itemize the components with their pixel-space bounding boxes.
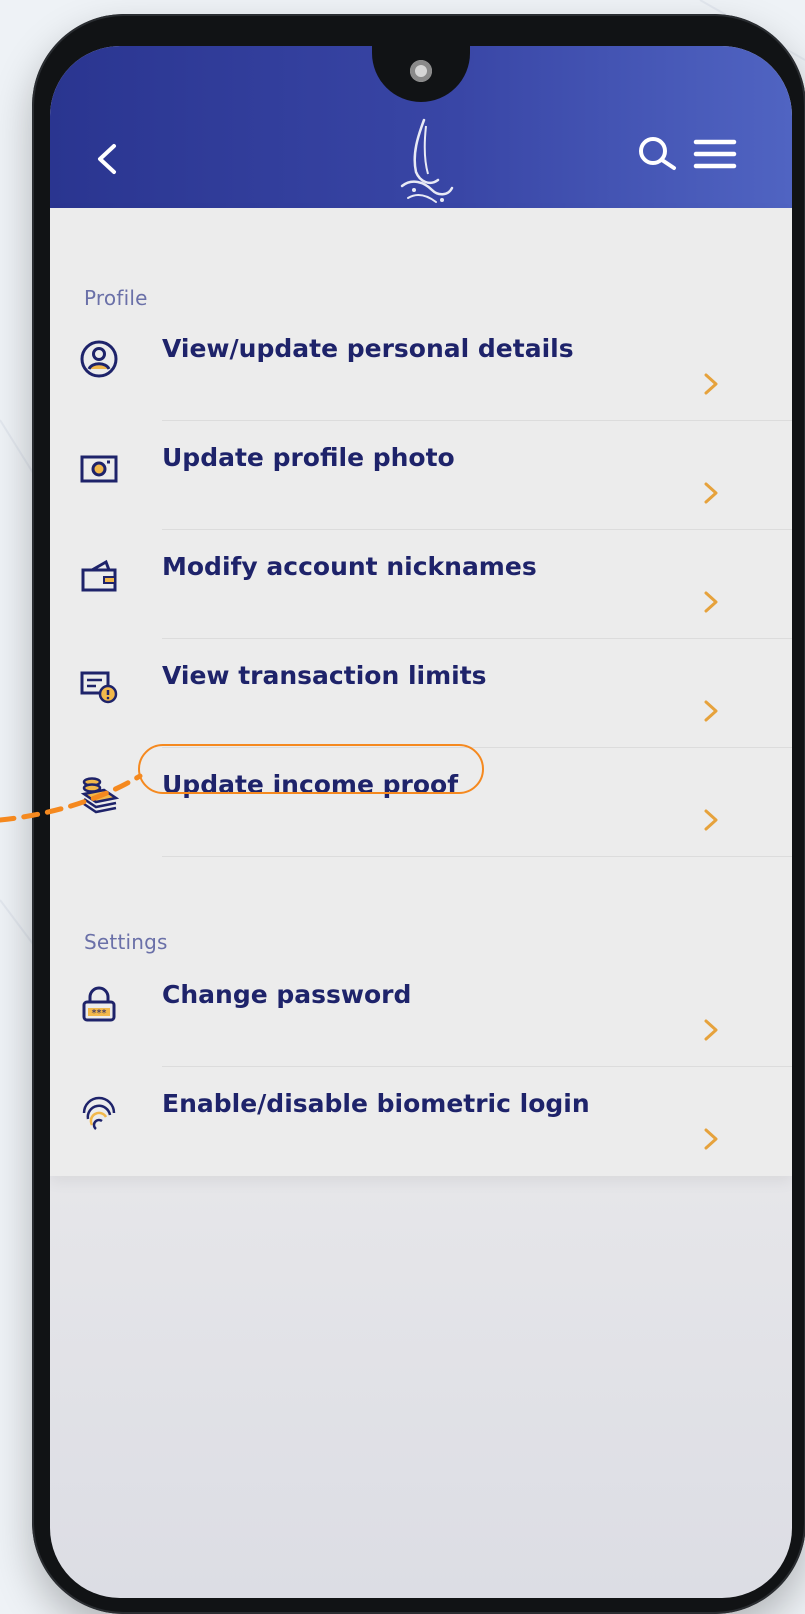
list-item-account-nicknames[interactable]: Modify account nicknames	[50, 550, 792, 658]
phone-screen: Profile View/update personal details Upd…	[50, 46, 792, 1598]
chevron-left-icon	[98, 144, 116, 174]
user-circle-icon	[80, 340, 118, 378]
section-title-profile: Profile	[84, 286, 148, 310]
chevron-right-icon	[704, 1128, 718, 1150]
hamburger-menu-icon	[693, 139, 737, 169]
divider	[162, 1066, 792, 1067]
money-stack-icon	[80, 777, 120, 814]
list-item-personal-details[interactable]: View/update personal details	[50, 332, 792, 440]
chevron-right-icon	[704, 591, 718, 613]
list-item-label: Update profile photo	[162, 443, 455, 472]
list-item-biometric-login[interactable]: Enable/disable biometric login	[50, 1087, 792, 1195]
camera-icon	[80, 455, 118, 483]
list-item-label: View transaction limits	[162, 661, 487, 690]
lock-icon: ***	[82, 986, 116, 1022]
fingerprint-icon	[82, 1096, 116, 1130]
chevron-right-icon	[704, 809, 718, 831]
divider	[162, 529, 792, 530]
camera-notch	[372, 46, 470, 102]
phone-frame: Profile View/update personal details Upd…	[32, 14, 805, 1614]
section-title-settings: Settings	[84, 930, 168, 954]
list-item-change-password[interactable]: *** Change password	[50, 978, 792, 1086]
list-item-label: Change password	[162, 980, 412, 1009]
chevron-right-icon	[704, 700, 718, 722]
list-item-label: Modify account nicknames	[162, 552, 537, 581]
limit-warning-icon	[80, 671, 118, 704]
app-header	[50, 46, 792, 208]
divider	[162, 856, 792, 857]
front-camera-icon	[410, 60, 432, 82]
list-item-label: View/update personal details	[162, 334, 574, 363]
chevron-right-icon	[704, 373, 718, 395]
search-icon	[639, 137, 676, 170]
chevron-right-icon	[704, 482, 718, 504]
menu-button[interactable]	[692, 134, 738, 174]
divider	[162, 420, 792, 421]
divider	[162, 638, 792, 639]
list-item-profile-photo[interactable]: Update profile photo	[50, 441, 792, 549]
back-button[interactable]	[90, 136, 126, 182]
svg-text:***: ***	[92, 1008, 107, 1019]
income-proof-highlight	[138, 744, 484, 794]
calligraphy-logo-icon	[394, 116, 456, 208]
list-item-label: Enable/disable biometric login	[162, 1089, 590, 1118]
settings-list: Profile View/update personal details Upd…	[50, 208, 792, 1176]
wallet-icon	[81, 559, 117, 592]
search-button[interactable]	[634, 132, 680, 178]
chevron-right-icon	[704, 1019, 718, 1041]
